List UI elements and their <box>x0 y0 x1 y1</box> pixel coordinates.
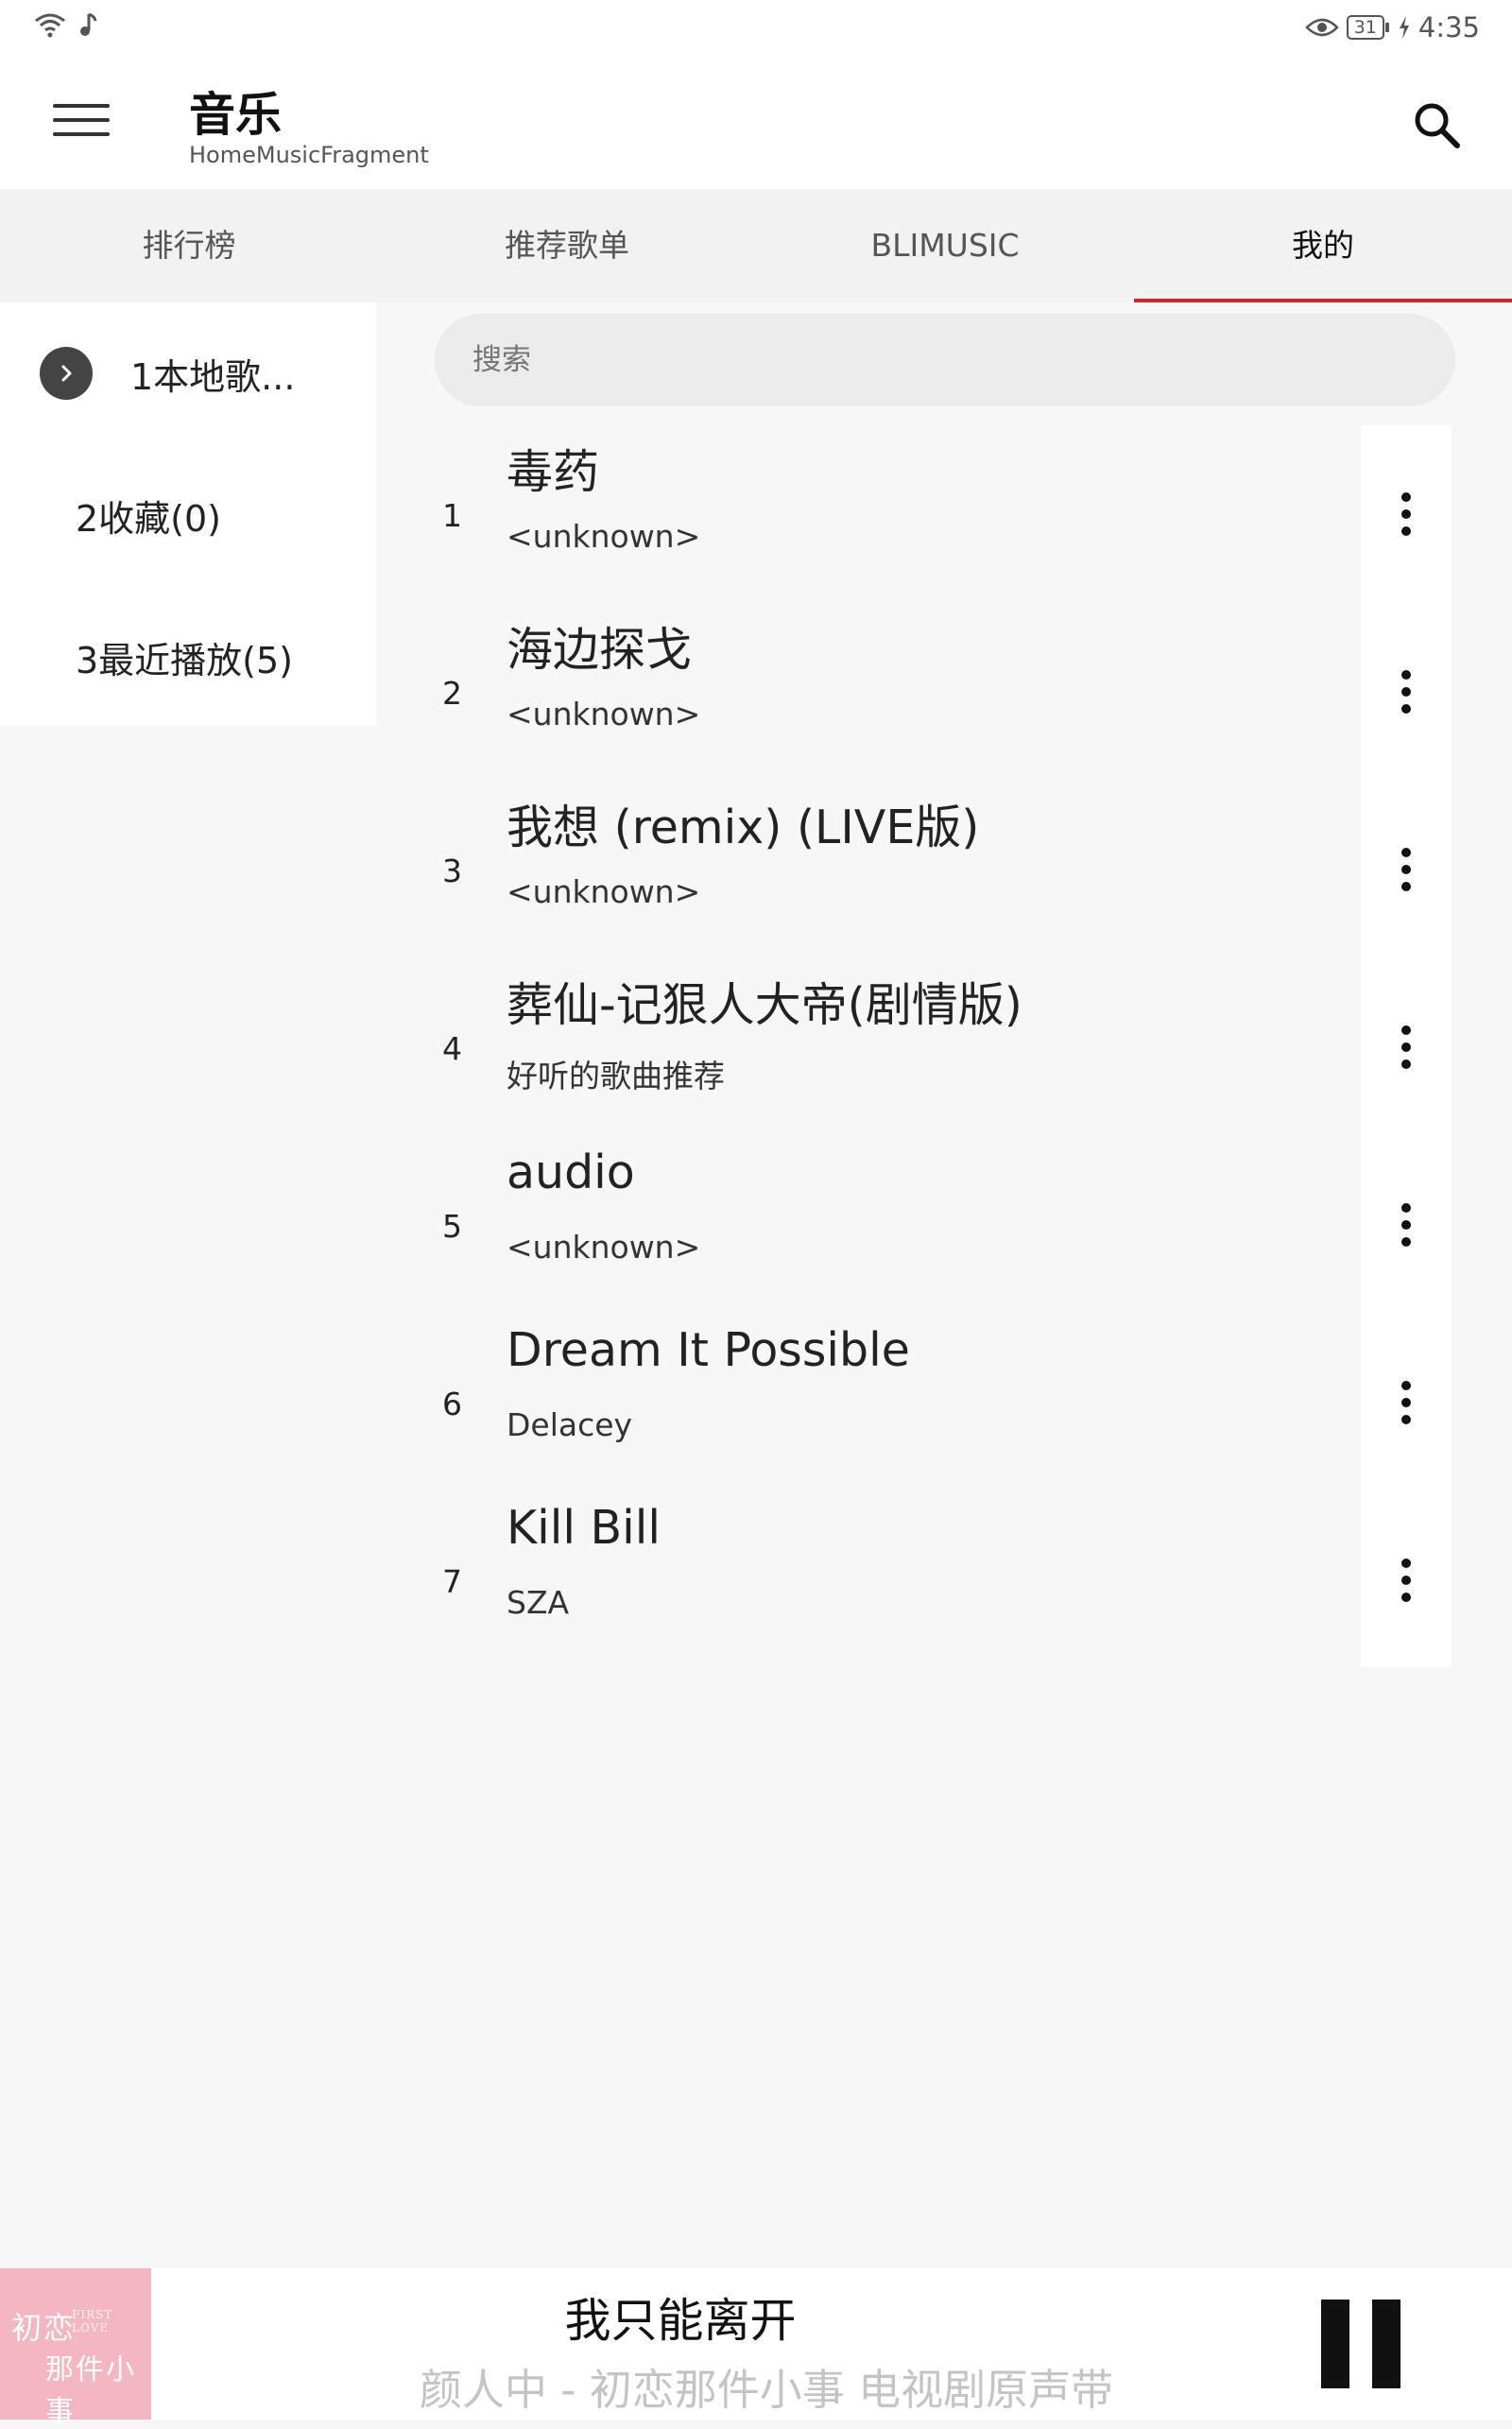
song-title: 毒药 <box>507 445 600 499</box>
search-input[interactable] <box>435 314 1455 406</box>
more-vert-icon[interactable] <box>1361 1136 1452 1314</box>
song-artist: Delacey <box>507 1406 633 1443</box>
music-note-icon <box>80 12 97 36</box>
tab-bar: 排行榜 推荐歌单 BLIMUSIC 我的 <box>0 189 1512 302</box>
song-index: 1 <box>442 497 462 534</box>
sidebar-item-label: 3最近播放(5) <box>76 639 294 681</box>
song-artist: <unknown> <box>507 1229 701 1266</box>
menu-icon[interactable] <box>53 104 110 142</box>
song-title: 海边探戈 <box>507 623 693 677</box>
pause-icon[interactable] <box>1321 2300 1400 2388</box>
now-playing-title: 我只能离开 <box>564 2294 797 2348</box>
wifi-icon <box>35 13 65 38</box>
status-right: 31 4:35 <box>1304 11 1480 43</box>
sidebar-item-label: 1本地歌... <box>130 355 296 398</box>
song-artist: 好听的歌曲推荐 <box>507 1058 725 1094</box>
song-index: 4 <box>442 1030 462 1067</box>
song-artist: <unknown> <box>507 696 701 732</box>
clock: 4:35 <box>1418 11 1480 43</box>
list-item[interactable]: 7 Kill Bill SZA <box>416 1491 1493 1669</box>
page-title: 音乐 <box>189 88 283 142</box>
more-vert-icon[interactable] <box>1361 425 1452 603</box>
tab-mine[interactable]: 我的 <box>1134 189 1512 302</box>
list-item[interactable]: 5 audio <unknown> <box>416 1136 1493 1314</box>
list-item[interactable]: 2 海边探戈 <unknown> <box>416 603 1493 781</box>
song-title: audio <box>507 1146 635 1199</box>
sidebar-item-favorites[interactable]: 2收藏(0) <box>0 444 376 586</box>
song-index: 2 <box>442 675 462 712</box>
charging-icon <box>1399 16 1409 39</box>
song-list: 1 毒药 <unknown> 2 海边探戈 <unknown> 3 我想 (re… <box>416 425 1493 1669</box>
sidebar: 1本地歌... 2收藏(0) 3最近播放(5) <box>0 302 376 726</box>
battery-icon: 31 <box>1346 15 1390 40</box>
song-title: Dream It Possible <box>507 1323 910 1377</box>
now-playing-bar[interactable]: 初恋 FIRST LOVE 那件小事 我只能离开 颜人中 - 初恋那件小事 电视… <box>0 2268 1512 2428</box>
app-header: 音乐 HomeMusicFragment <box>0 57 1512 189</box>
more-vert-icon[interactable] <box>1361 603 1452 781</box>
song-artist: <unknown> <box>507 873 701 910</box>
more-vert-icon[interactable] <box>1361 1491 1452 1669</box>
sidebar-item-local-songs[interactable]: 1本地歌... <box>0 302 376 444</box>
status-bar: 31 4:35 <box>0 0 1512 57</box>
list-item[interactable]: 6 Dream It Possible Delacey <box>416 1314 1493 1491</box>
now-playing-subtitle: 颜人中 - 初恋那件小事 电视剧原声带 <box>419 2365 1114 2415</box>
list-item[interactable]: 1 毒药 <unknown> <box>416 425 1493 603</box>
song-index: 3 <box>442 853 462 889</box>
eye-icon <box>1304 18 1339 37</box>
song-artist: <unknown> <box>507 518 701 555</box>
song-title: 葬仙-记狠人大帝(剧情版) <box>507 978 1022 1032</box>
song-actions-column <box>1361 425 1452 1667</box>
search-icon[interactable] <box>1410 98 1463 151</box>
song-index: 7 <box>442 1563 462 1600</box>
tab-recommended-playlists[interactable]: 推荐歌单 <box>378 189 756 302</box>
song-artist: SZA <box>507 1584 570 1621</box>
song-title: Kill Bill <box>507 1501 662 1555</box>
song-index: 5 <box>442 1208 462 1245</box>
tab-charts[interactable]: 排行榜 <box>0 189 378 302</box>
song-title: 我想 (remix) (LIVE版) <box>507 801 980 854</box>
sidebar-item-label: 2收藏(0) <box>76 497 222 540</box>
chevron-right-icon <box>40 347 93 400</box>
song-index: 6 <box>442 1386 462 1422</box>
status-left <box>34 11 98 38</box>
more-vert-icon[interactable] <box>1361 1314 1452 1491</box>
sidebar-item-recent[interactable]: 3最近播放(5) <box>0 586 376 728</box>
list-item[interactable]: 4 葬仙-记狠人大帝(剧情版) 好听的歌曲推荐 <box>416 958 1493 1136</box>
page-subtitle: HomeMusicFragment <box>189 142 429 168</box>
list-item[interactable]: 3 我想 (remix) (LIVE版) <unknown> <box>416 781 1493 958</box>
tab-blimusic[interactable]: BLIMUSIC <box>756 189 1134 302</box>
more-vert-icon[interactable] <box>1361 958 1452 1136</box>
more-vert-icon[interactable] <box>1361 781 1452 958</box>
